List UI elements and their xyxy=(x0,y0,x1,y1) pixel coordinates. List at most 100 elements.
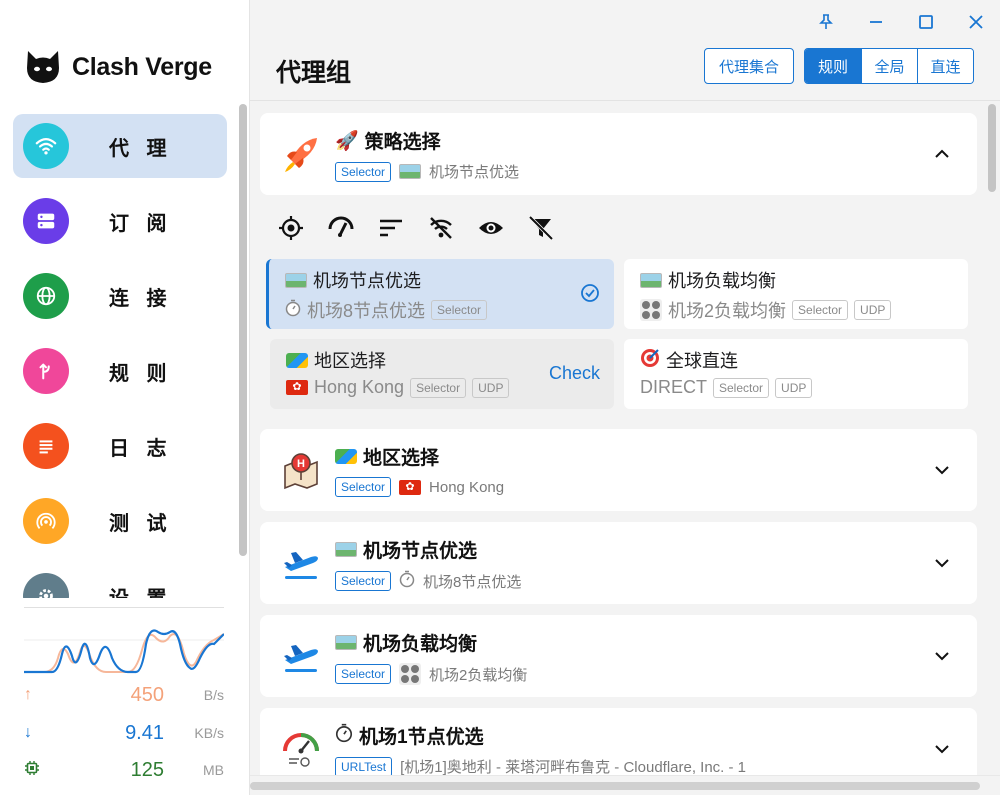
group-card-airport-best[interactable]: 机场节点优选 Selector 机场8节点优选 xyxy=(260,522,977,604)
locate-icon[interactable] xyxy=(276,213,306,243)
fork-icon xyxy=(23,348,69,394)
gear-icon xyxy=(23,573,69,598)
proxy-group-list: 🚀 策略选择 Selector 机场节点优选 机场节点优选 机场8节点优选 Se… xyxy=(250,100,1000,775)
airplane-takeoff-icon xyxy=(280,635,322,677)
node-current: 机场8节点优选 xyxy=(307,301,426,321)
group-card-strategy[interactable]: 🚀 策略选择 Selector 机场节点优选 xyxy=(260,113,977,195)
chevron-down-icon[interactable] xyxy=(933,461,951,479)
stopwatch-icon xyxy=(285,299,301,322)
group-card-airport-balance[interactable]: 机场负载均衡 Selector 机场2负载均衡 xyxy=(260,615,977,697)
chevron-up-icon[interactable] xyxy=(933,145,951,163)
mode-rule-button[interactable]: 规则 xyxy=(805,49,861,83)
check-delay-button[interactable]: Check xyxy=(549,363,600,384)
upload-speed: 450 xyxy=(130,683,164,706)
eye-icon[interactable] xyxy=(476,213,506,243)
node-current: Hong Kong xyxy=(314,377,405,397)
globe-icon xyxy=(23,273,69,319)
node-name: 机场节点优选 xyxy=(285,267,421,293)
proxy-node-region[interactable]: 地区选择 ✿ Hong Kong Selector UDP Check xyxy=(270,339,614,409)
group-type-tag: Selector xyxy=(335,571,392,591)
hong-kong-flag-icon: ✿ xyxy=(286,380,308,395)
chevron-down-icon[interactable] xyxy=(933,647,951,665)
group-current-node: 机场2负载均衡 xyxy=(429,666,528,684)
stopwatch-icon xyxy=(335,723,353,749)
group-subtitle: URLTest [机场1]奥地利 - 莱塔河畔布鲁克 - Cloudflare,… xyxy=(335,756,746,775)
sidebar-scrollbar[interactable] xyxy=(239,104,247,556)
group-card-region[interactable]: H 地区选择 Selector ✿ Hong Kong xyxy=(260,429,977,511)
node-name: 机场负载均衡 xyxy=(640,267,776,293)
group-name: 策略选择 xyxy=(364,132,441,153)
stopwatch-icon xyxy=(399,570,415,592)
speedometer-icon xyxy=(280,728,322,770)
sort-icon[interactable] xyxy=(376,213,406,243)
divider xyxy=(24,607,224,608)
dice-icon xyxy=(640,299,662,321)
group-card-airport1[interactable]: 机场1节点优选 URLTest [机场1]奥地利 - 莱塔河畔布鲁克 - Clo… xyxy=(260,708,977,775)
broadcast-icon xyxy=(23,498,69,544)
sidebar-item-proxies[interactable]: 代 理 xyxy=(13,114,227,178)
map-flag-icon xyxy=(286,352,308,368)
group-name: 机场负载均衡 xyxy=(363,634,478,655)
group-current-node: 机场节点优选 xyxy=(429,164,520,181)
group-subtitle: Selector 机场8节点优选 xyxy=(335,570,521,592)
mode-switch: 规则 全局 直连 xyxy=(804,48,974,84)
sidebar-item-test[interactable]: 测 试 xyxy=(13,489,227,553)
chevron-down-icon[interactable] xyxy=(933,740,951,758)
proxy-provider-button[interactable]: 代理集合 xyxy=(704,48,794,84)
speed-test-icon[interactable] xyxy=(326,213,356,243)
memory-chip-icon xyxy=(24,760,46,781)
minimize-icon[interactable] xyxy=(864,10,888,34)
sidebar-item-logs[interactable]: 日 志 xyxy=(13,414,227,478)
sidebar: Clash Verge 代 理 订 阅 连 接 规 则 日 志 测 试 ↑ 45… xyxy=(0,0,250,795)
group-subtitle: Selector 机场2负载均衡 xyxy=(335,663,527,685)
group-toolbar xyxy=(276,213,556,243)
node-info: ✿ Hong Kong Selector UDP xyxy=(286,377,510,398)
map-flag-icon xyxy=(335,449,357,464)
memory-stat: 125 MB xyxy=(24,757,224,783)
group-name: 机场节点优选 xyxy=(363,541,478,562)
node-type-tag: Selector xyxy=(713,377,770,398)
log-icon xyxy=(23,423,69,469)
node-type-tag: Selector xyxy=(792,300,849,320)
sidebar-item-connections[interactable]: 连 接 xyxy=(13,264,227,328)
sidebar-item-profiles[interactable]: 订 阅 xyxy=(13,189,227,253)
sidebar-item-settings[interactable]: 设 置 xyxy=(13,564,227,598)
proxy-node-direct[interactable]: 全球直连 DIRECT Selector UDP xyxy=(624,339,968,409)
wifi-icon xyxy=(23,123,69,169)
svg-text:H: H xyxy=(297,458,305,470)
content-scrollbar[interactable] xyxy=(988,104,996,192)
group-title: 地区选择 xyxy=(335,443,439,470)
pin-icon[interactable] xyxy=(814,10,838,34)
node-udp-tag: UDP xyxy=(775,377,813,398)
airport-flag-icon xyxy=(285,272,307,288)
download-speed: 9.41 xyxy=(125,721,164,744)
arrow-down-icon: ↓ xyxy=(24,724,32,741)
node-name-text: 机场负载均衡 xyxy=(668,271,776,291)
mode-global-button[interactable]: 全局 xyxy=(861,49,917,83)
check-circle-icon xyxy=(581,284,599,302)
airplane-takeoff-icon xyxy=(280,542,322,584)
horizontal-scrollbar-thumb[interactable] xyxy=(250,782,980,790)
sidebar-item-label: 连 接 xyxy=(109,287,173,310)
node-name: 地区选择 xyxy=(286,347,386,373)
sidebar-item-rules[interactable]: 规 则 xyxy=(13,339,227,403)
group-title: 机场节点优选 xyxy=(335,536,477,563)
node-type-tag: Selector xyxy=(431,300,488,320)
proxy-node-airport-best[interactable]: 机场节点优选 机场8节点优选 Selector xyxy=(266,259,614,329)
chevron-down-icon[interactable] xyxy=(933,554,951,572)
node-current: DIRECT xyxy=(640,377,707,397)
group-subtitle: Selector ✿ Hong Kong xyxy=(335,477,504,497)
mode-direct-button[interactable]: 直连 xyxy=(917,49,973,83)
group-title: 机场负载均衡 xyxy=(335,629,477,656)
airport-flag-icon xyxy=(640,272,662,288)
memory-usage: 125 xyxy=(130,758,164,781)
sidebar-item-label: 代 理 xyxy=(109,137,173,160)
sidebar-item-label: 测 试 xyxy=(109,512,173,535)
close-icon[interactable] xyxy=(964,10,988,34)
no-signal-icon[interactable] xyxy=(426,213,456,243)
proxy-node-airport-balance[interactable]: 机场负载均衡 机场2负载均衡 Selector UDP xyxy=(624,259,968,329)
node-current: 机场2负载均衡 xyxy=(668,301,787,321)
filter-off-icon[interactable] xyxy=(526,213,556,243)
maximize-icon[interactable] xyxy=(914,10,938,34)
horizontal-scrollbar[interactable] xyxy=(250,775,1000,795)
